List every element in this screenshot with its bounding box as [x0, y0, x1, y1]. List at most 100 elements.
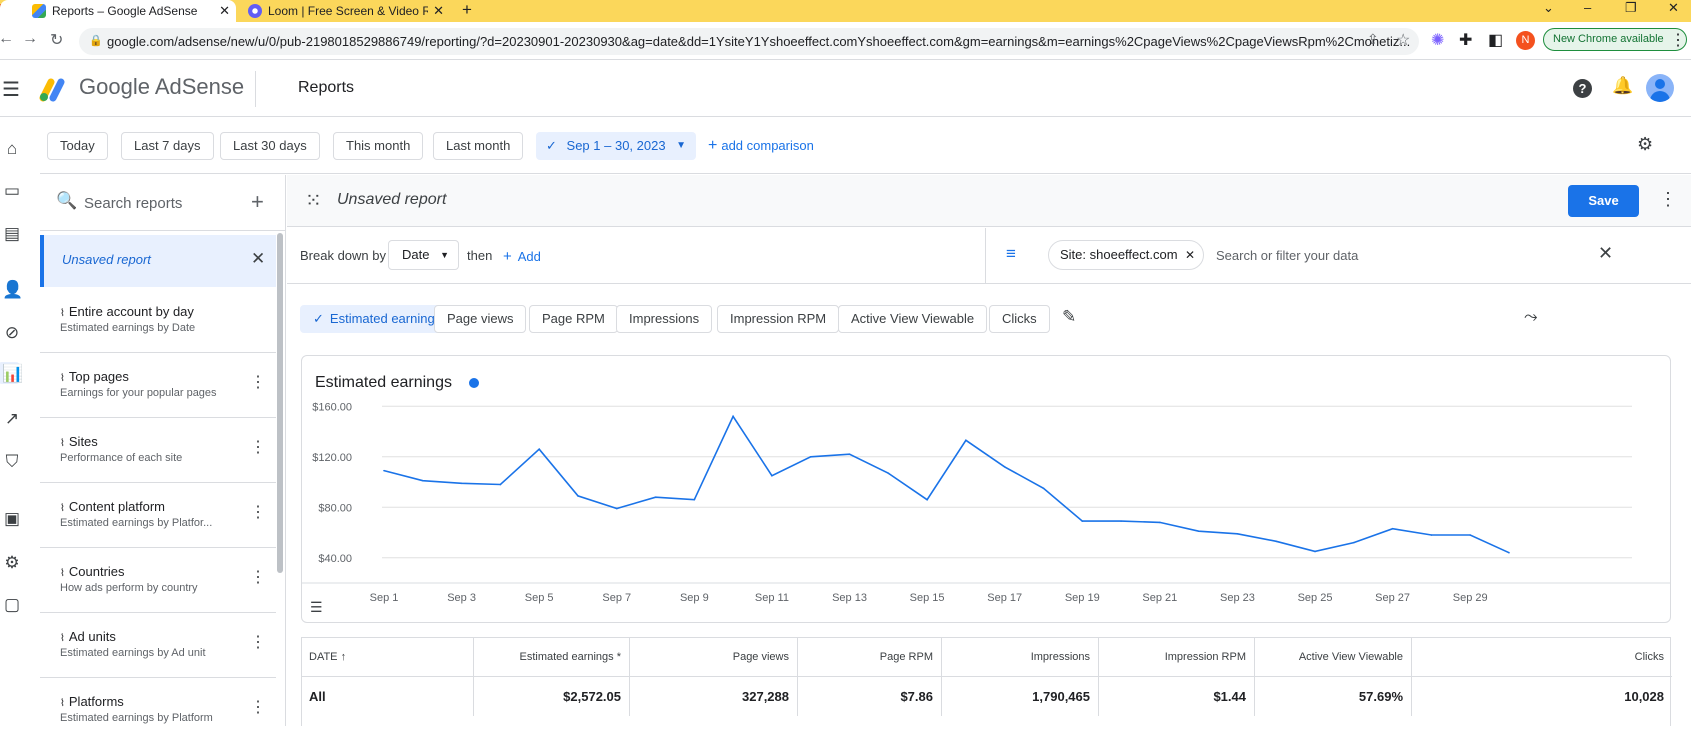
search-reports[interactable]: 🔍 Search reports + [40, 175, 286, 231]
data-point[interactable] [1081, 520, 1084, 522]
browser-tab-adsense[interactable]: Reports – Google AdSense ✕ [0, 0, 236, 22]
metric-chip-impressions[interactable]: Impressions [616, 305, 713, 333]
more-options-icon[interactable]: ⋮ [250, 635, 266, 651]
column-header-active-view-viewable[interactable]: Active View Viewable [1255, 638, 1412, 676]
metric-chip-impression-rpm[interactable]: Impression RPM [717, 305, 840, 333]
add-comparison-link[interactable]: + add comparison [708, 137, 814, 155]
data-point[interactable] [965, 439, 967, 442]
filter-search-input[interactable]: Search or filter your data [1216, 248, 1358, 263]
reload-icon[interactable]: ↻ [50, 30, 63, 50]
minimize-icon[interactable]: – [1584, 0, 1591, 15]
chart-legend-toggle-icon[interactable]: ☰ [310, 599, 323, 616]
remove-filter-icon[interactable]: ✕ [1185, 241, 1195, 269]
more-options-icon[interactable]: ⋮ [250, 440, 266, 456]
chart-type-toggle-icon[interactable]: ⤳ [1524, 307, 1538, 327]
date-preset-this-month[interactable]: This month [333, 132, 424, 160]
sidebar-item-sites[interactable]: ⌇ Sites Performance of each site ⋮ [40, 418, 276, 483]
more-options-icon[interactable]: ⋮ [250, 375, 266, 391]
new-tab-button[interactable]: + [462, 0, 472, 20]
feedback-icon[interactable]: ▢ [2, 595, 22, 615]
reports-icon[interactable]: 📊 [2, 364, 23, 384]
brand-safety-icon[interactable]: ⛉ [2, 452, 22, 472]
save-button[interactable]: Save [1568, 185, 1639, 217]
close-tab-icon[interactable]: ✕ [219, 3, 230, 19]
blocking-controls-icon[interactable]: ⊘ [2, 323, 22, 343]
account-avatar[interactable] [1646, 74, 1674, 102]
restore-icon[interactable]: ❐ [1625, 0, 1637, 16]
chrome-menu-icon[interactable]: ⋮ [1670, 30, 1686, 50]
sidebar-scrollbar[interactable] [277, 233, 283, 573]
settings-icon[interactable]: ⚙ [2, 553, 22, 573]
data-point[interactable] [1003, 466, 1006, 468]
extension-icon[interactable]: ✺ [1431, 30, 1444, 50]
more-options-icon[interactable]: ⋮ [250, 570, 266, 586]
clear-filters-icon[interactable]: ✕ [1598, 243, 1613, 264]
add-breakdown-link[interactable]: + Add [503, 248, 541, 265]
metric-chip-active-view-viewable[interactable]: Active View Viewable [838, 305, 988, 333]
browser-tab-loom[interactable]: Loom | Free Screen & Video Rec ✕ [240, 0, 450, 22]
metric-chip-clicks[interactable]: Clicks [989, 305, 1050, 333]
metric-chip-page-views[interactable]: Page views [434, 305, 527, 333]
metric-chip-estimated-earnings[interactable]: ✓ Estimated earnings [300, 305, 455, 333]
data-point[interactable] [1430, 534, 1433, 536]
column-header-page-rpm[interactable]: Page RPM [798, 638, 942, 676]
data-point[interactable] [654, 496, 657, 498]
report-name[interactable]: Unsaved report [337, 191, 446, 209]
data-point[interactable] [1159, 521, 1161, 524]
back-icon[interactable]: ← [0, 30, 14, 48]
new-report-plus-icon[interactable]: + [251, 189, 264, 215]
metric-chip-page-rpm[interactable]: Page RPM [529, 305, 618, 333]
url-field[interactable]: 🔒 google.com/adsense/new/u/0/pub-2198018… [79, 28, 1419, 55]
sidebar-item-platforms[interactable]: ⌇ Platforms Estimated earnings by Platfor… [40, 678, 276, 743]
privacy-messaging-icon[interactable]: 👤 [2, 280, 23, 300]
apps-grid-icon[interactable]: ⁙ [305, 188, 322, 213]
optimization-icon[interactable]: ↗ [2, 409, 22, 429]
notifications-bell-icon[interactable]: 🔔 [1612, 76, 1633, 96]
sidebar-item-ad-units[interactable]: ⌇ Ad units Estimated earnings by Ad unit … [40, 613, 276, 678]
profile-avatar[interactable]: N [1516, 31, 1535, 50]
sidebar-item-unsaved-report[interactable]: Unsaved report ✕ [40, 235, 276, 287]
data-point[interactable] [1508, 551, 1510, 554]
date-preset-today[interactable]: Today [47, 132, 108, 160]
date-preset-last-30-days[interactable]: Last 30 days [220, 132, 320, 160]
data-point[interactable] [1236, 532, 1239, 535]
sidebar-item-top-pages[interactable]: ⌇ Top pages Earnings for your popular pag… [40, 353, 276, 418]
data-point[interactable] [848, 453, 851, 456]
payments-icon[interactable]: ▣ [2, 509, 22, 529]
data-point[interactable] [460, 482, 463, 485]
data-point[interactable] [1197, 530, 1200, 533]
data-point[interactable] [1275, 540, 1278, 543]
data-point[interactable] [809, 455, 812, 458]
column-header-clicks[interactable]: Clicks [1412, 638, 1672, 676]
data-point[interactable] [693, 498, 696, 501]
data-point[interactable] [538, 448, 540, 450]
column-header-estimated-earnings[interactable]: Estimated earnings * [474, 638, 630, 676]
breakdown-dimension-dropdown[interactable]: Date ▼ [388, 240, 459, 270]
sites-icon[interactable]: ▭ [2, 181, 22, 201]
bookmark-star-icon[interactable]: ☆ [1396, 30, 1410, 50]
column-header-impressions[interactable]: Impressions [942, 638, 1099, 676]
data-point[interactable] [499, 483, 502, 486]
date-range-selector[interactable]: ✓ Sep 1 – 30, 2023 ▼ [536, 132, 696, 160]
data-point[interactable] [771, 474, 773, 477]
main-menu-icon[interactable]: ☰ [2, 77, 20, 102]
more-options-icon[interactable]: ⋮ [1659, 189, 1677, 210]
share-icon[interactable]: ⇪ [1367, 31, 1379, 48]
data-point[interactable] [926, 498, 928, 501]
close-tab-icon[interactable]: ✕ [433, 3, 444, 19]
data-point[interactable] [1314, 550, 1316, 553]
data-point[interactable] [615, 507, 618, 510]
new-chrome-available-button[interactable]: New Chrome available [1543, 28, 1687, 51]
data-point[interactable] [383, 469, 385, 472]
data-point[interactable] [732, 415, 734, 418]
date-preset-last-month[interactable]: Last month [433, 132, 524, 160]
data-point[interactable] [1120, 520, 1122, 522]
site-filter-chip[interactable]: Site: shoeeffect.com ✕ [1048, 240, 1204, 270]
data-point[interactable] [887, 472, 890, 474]
data-point[interactable] [1042, 487, 1045, 490]
home-icon[interactable]: ⌂ [2, 139, 22, 159]
filter-icon[interactable]: ≡ [1006, 244, 1016, 264]
sidebar-item-countries[interactable]: ⌇ Countries How ads perform by country ⋮ [40, 548, 276, 613]
more-options-icon[interactable]: ⋮ [250, 505, 266, 521]
side-panel-icon[interactable]: ◧ [1488, 30, 1503, 50]
